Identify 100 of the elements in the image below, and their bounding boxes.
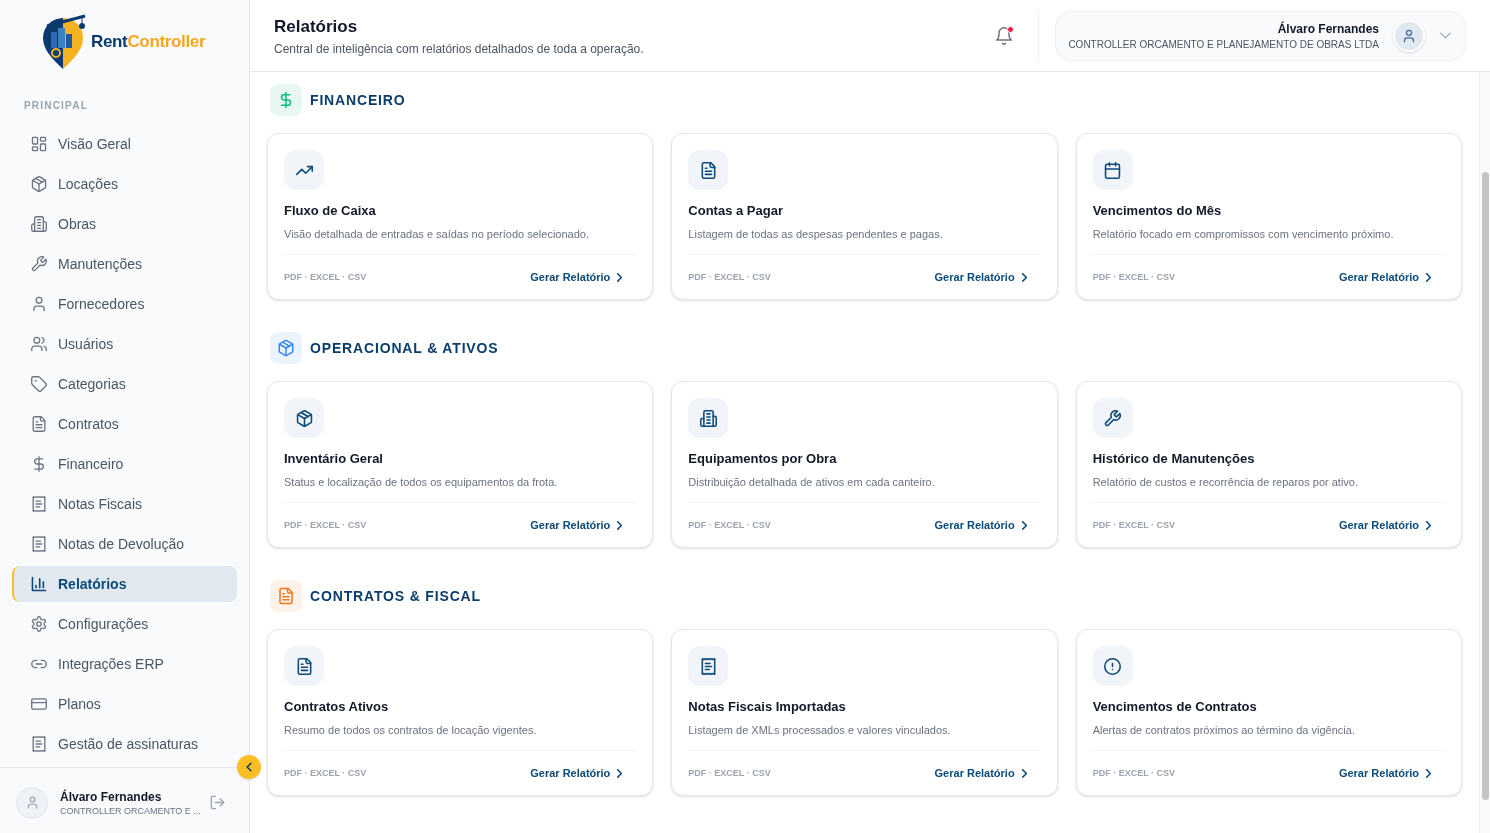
sidebar-item[interactable]: Contratos (12, 406, 237, 442)
format-list: PDF · EXCEL · CSV (688, 519, 771, 531)
generate-report-link[interactable]: Gerar Relatório (1338, 763, 1445, 783)
card-title: Contas a Pagar (688, 202, 784, 220)
sidebar-item[interactable]: Integrações ERP (12, 646, 237, 682)
generate-report-link[interactable]: Gerar Relatório (934, 515, 1041, 535)
generate-report-link[interactable]: Gerar Relatório (934, 267, 1041, 287)
wrench-icon (31, 256, 47, 272)
logo-text: Rent (91, 30, 128, 53)
format-list: PDF · EXCEL · CSV (284, 271, 367, 283)
box-icon (284, 398, 324, 438)
section-title: FINANCEIRO (310, 91, 406, 110)
sidebar-item[interactable]: Locações (12, 166, 237, 202)
user-menu[interactable]: Álvaro Fernandes CONTROLLER ORCAMENTO E PLANEJAMENTO DE OBRAS LTDA (1055, 10, 1466, 61)
generate-report-link[interactable]: Gerar Relatório (1338, 267, 1445, 287)
dollar-icon (31, 456, 47, 472)
logo-text: Controller (127, 30, 206, 53)
format-list: PDF · EXCEL · CSV (688, 767, 771, 779)
card-title: Fluxo de Caixa (284, 202, 377, 220)
generate-report-link[interactable]: Gerar Relatório (934, 763, 1041, 783)
receipt-icon (688, 646, 729, 686)
format-list: PDF · EXCEL · CSV (284, 767, 367, 779)
sidebar-item[interactable]: Gestão de assinaturas (12, 726, 237, 762)
box-icon (31, 176, 47, 192)
bell-icon[interactable] (995, 26, 1014, 45)
generate-report-link[interactable]: Gerar Relatório (1338, 515, 1445, 535)
card-title: Equipamentos por Obra (688, 450, 838, 468)
settings-icon (31, 616, 47, 632)
avatar-icon (16, 786, 48, 819)
chevron-right-icon (617, 768, 623, 778)
chevron-down-icon (1440, 32, 1451, 39)
chevron-right-icon (617, 520, 623, 530)
sidebar-item[interactable]: Categorias (12, 366, 237, 402)
building-icon (688, 398, 729, 438)
card-description: Resumo de todos os contratos de locação vigentes. (284, 723, 538, 738)
card-description: Relatório focado em compromissos com vencimento próximo. (1092, 227, 1395, 242)
tag-icon (31, 376, 47, 392)
sidebar-item[interactable]: Relatórios (12, 566, 237, 602)
calendar-icon (1092, 150, 1133, 190)
chevron-left-icon (244, 762, 254, 772)
page-title: Relatórios (274, 15, 359, 38)
users-icon (31, 336, 47, 352)
user-icon (31, 296, 47, 312)
scrollbar-thumb[interactable] (1481, 172, 1489, 800)
card-title: Notas Fiscais Importadas (688, 698, 847, 716)
sidebar-item[interactable]: Obras (12, 206, 237, 242)
grid-icon (31, 136, 47, 152)
generate-report-link[interactable]: Gerar Relatório (530, 267, 637, 287)
user-name: Álvaro Fernandes (1277, 20, 1379, 37)
sidebar-item[interactable]: Visão Geral (12, 126, 237, 162)
format-list: PDF · EXCEL · CSV (284, 519, 367, 531)
sidebar-item[interactable]: Manutenções (12, 246, 237, 282)
card-title: Histórico de Manutenções (1092, 450, 1256, 468)
nav-section-label: PRINCIPAL (23, 100, 89, 112)
receipt-icon (31, 736, 47, 752)
user-name: Álvaro Fernandes (60, 788, 163, 805)
card-description: Alertas de contratos próximos ao término da vigência. (1092, 723, 1356, 738)
card-title: Vencimentos de Contratos (1092, 698, 1258, 716)
document-icon (31, 416, 47, 432)
document-icon (284, 646, 324, 686)
section-title: OPERACIONAL & ATIVOS (310, 339, 499, 358)
sidebar-item[interactable]: Configurações (12, 606, 237, 642)
trending-up-icon (284, 150, 324, 190)
sidebar-item[interactable]: Fornecedores (12, 286, 237, 322)
format-list: PDF · EXCEL · CSV (688, 271, 771, 283)
chevron-right-icon (1426, 272, 1431, 282)
credit-card-icon (31, 696, 47, 712)
building-icon (31, 216, 47, 232)
avatar-icon (1393, 19, 1425, 52)
card-description: Visão detalhada de entradas e saídas no período selecionado. (284, 227, 590, 242)
sidebar-item[interactable]: Usuários (12, 326, 237, 362)
card-title: Contratos Ativos (284, 698, 390, 716)
sidebar-item[interactable]: Planos (12, 686, 237, 722)
wrench-icon (1092, 398, 1133, 438)
sidebar-item[interactable]: Notas de Devolução (12, 526, 237, 562)
card-title: Inventário Geral (284, 450, 384, 468)
receipt-icon (31, 536, 47, 552)
chevron-right-icon (1426, 768, 1431, 778)
chevron-right-icon (1021, 272, 1027, 282)
company-name: CONTROLLER ORCAMENTO E ... (60, 804, 198, 817)
chevron-right-icon (1021, 768, 1027, 778)
format-list: PDF · EXCEL · CSV (1092, 767, 1175, 779)
card-description: Distribuição detalhada de ativos em cada canteiro. (688, 475, 936, 490)
card-description: Status e localização de todos os equipamentos da frota. (284, 475, 559, 490)
generate-report-link[interactable]: Gerar Relatório (530, 515, 637, 535)
chevron-right-icon (1426, 520, 1431, 530)
card-description: Listagem de todas as despesas pendentes e pagas. (688, 227, 944, 242)
section-title: CONTRATOS & FISCAL (310, 587, 481, 606)
sidebar-item[interactable]: Financeiro (12, 446, 237, 482)
chevron-right-icon (1021, 520, 1027, 530)
collapse-button[interactable] (237, 755, 261, 779)
sidebar-item[interactable]: Notas Fiscais (12, 486, 237, 522)
card-description: Relatório de custos e recorrência de reparos por ativo. (1092, 475, 1359, 490)
format-list: PDF · EXCEL · CSV (1092, 519, 1175, 531)
format-list: PDF · EXCEL · CSV (1092, 271, 1175, 283)
chevron-right-icon (617, 272, 623, 282)
card-title: Vencimentos do Mês (1092, 202, 1223, 220)
generate-report-link[interactable]: Gerar Relatório (530, 763, 637, 783)
receipt-icon (31, 496, 47, 512)
page-subtitle: Central de inteligência com relatórios detalhados de toda a operação. (274, 40, 644, 57)
